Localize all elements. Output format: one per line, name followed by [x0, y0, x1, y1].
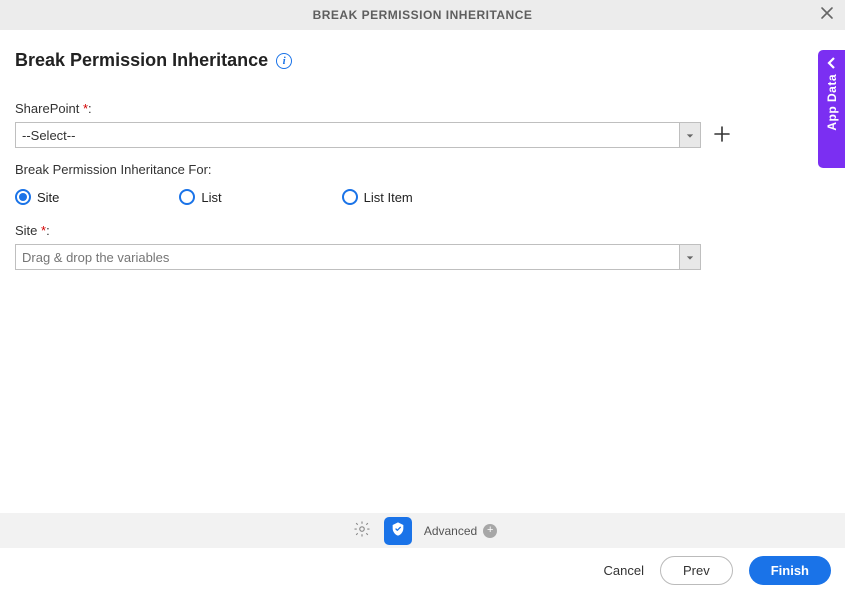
shield-icon — [390, 521, 406, 540]
label-colon: : — [46, 223, 50, 238]
label-colon: : — [88, 101, 92, 116]
sharepoint-select-value[interactable] — [15, 122, 701, 148]
chevron-left-icon — [825, 56, 839, 70]
chevron-down-icon — [686, 128, 694, 143]
radio-dot-icon — [19, 193, 27, 201]
radio-list-item-label: List Item — [364, 190, 413, 205]
break-for-label: Break Permission Inheritance For: — [15, 162, 830, 177]
site-label: Site *: — [15, 223, 830, 238]
site-label-text: Site — [15, 223, 41, 238]
finish-button[interactable]: Finish — [749, 556, 831, 585]
break-for-radio-group: Site List List Item — [15, 189, 830, 205]
modal-title: BREAK PERMISSION INHERITANCE — [313, 8, 533, 22]
radio-icon — [15, 189, 31, 205]
cancel-button[interactable]: Cancel — [604, 563, 644, 578]
advanced-toggle[interactable]: Advanced + — [424, 524, 497, 538]
modal-body: Break Permission Inheritance i SharePoin… — [0, 30, 845, 513]
site-select-caret[interactable] — [679, 244, 701, 270]
add-sharepoint-button[interactable] — [713, 126, 731, 144]
radio-list-label: List — [201, 190, 221, 205]
radio-site[interactable]: Site — [15, 189, 59, 205]
close-icon — [820, 6, 834, 23]
sharepoint-field-row — [15, 122, 830, 148]
site-field-row — [15, 244, 830, 270]
app-data-panel-toggle[interactable]: App Data — [818, 50, 845, 168]
close-button[interactable] — [817, 4, 837, 24]
page-title-row: Break Permission Inheritance i — [15, 50, 830, 71]
plus-icon — [714, 126, 730, 145]
sharepoint-select-caret[interactable] — [679, 122, 701, 148]
page-title: Break Permission Inheritance — [15, 50, 268, 71]
sharepoint-label: SharePoint *: — [15, 101, 830, 116]
sharepoint-select[interactable] — [15, 122, 701, 148]
radio-icon — [342, 189, 358, 205]
gear-icon — [353, 520, 371, 541]
info-icon[interactable]: i — [276, 53, 292, 69]
modal-header: BREAK PERMISSION INHERITANCE — [0, 0, 845, 30]
app-data-label: App Data — [825, 74, 839, 131]
settings-button[interactable] — [348, 517, 376, 545]
radio-site-label: Site — [37, 190, 59, 205]
prev-button[interactable]: Prev — [660, 556, 733, 585]
modal-footer: Cancel Prev Finish — [0, 548, 845, 593]
plus-circle-icon: + — [483, 524, 497, 538]
bottom-toolbar: Advanced + — [0, 513, 845, 548]
radio-list[interactable]: List — [179, 189, 221, 205]
chevron-down-icon — [686, 250, 694, 265]
site-select[interactable] — [15, 244, 701, 270]
radio-icon — [179, 189, 195, 205]
sharepoint-label-text: SharePoint — [15, 101, 83, 116]
radio-list-item[interactable]: List Item — [342, 189, 413, 205]
security-button[interactable] — [384, 517, 412, 545]
site-select-input[interactable] — [15, 244, 701, 270]
advanced-label: Advanced — [424, 524, 477, 538]
